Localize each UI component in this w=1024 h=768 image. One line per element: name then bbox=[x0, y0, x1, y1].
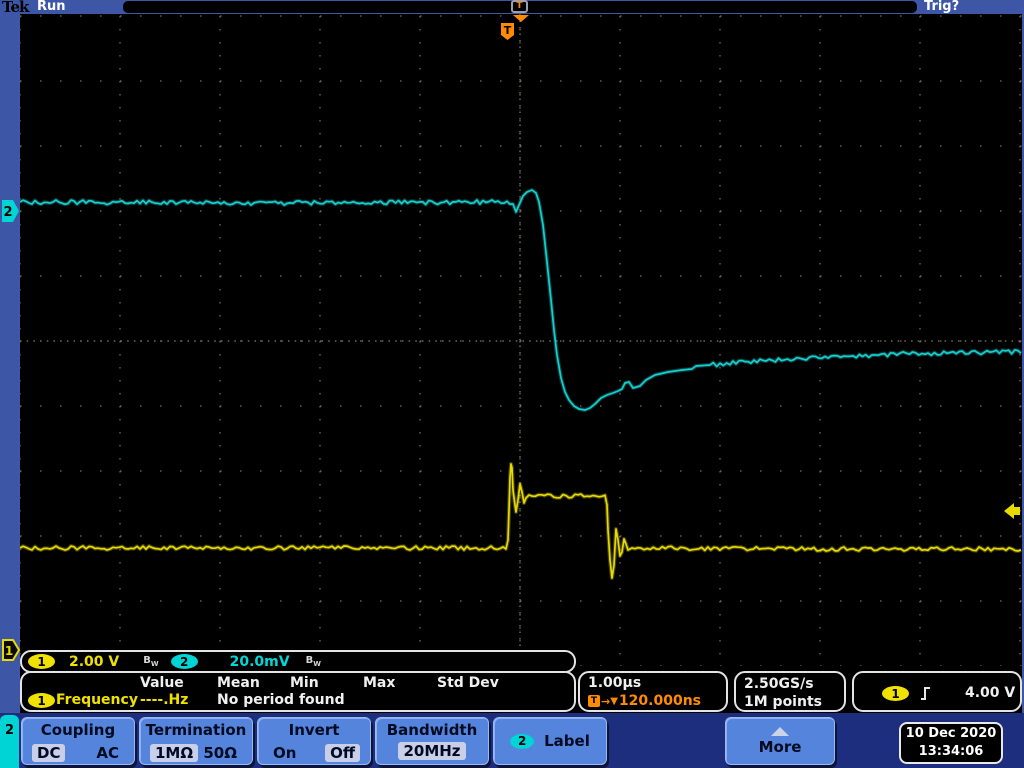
trigger-status: Trig? bbox=[924, 0, 960, 14]
timebase-readout: 1.00μs T → ▼ 120.000ns bbox=[578, 671, 728, 712]
meas-value: ----.Hz bbox=[140, 692, 189, 708]
meas-header-mean: Mean bbox=[217, 675, 260, 691]
trigger-position-marker-icon[interactable]: T bbox=[511, 0, 528, 13]
trigger-delay-badge-icon: T bbox=[588, 695, 600, 707]
meas-name: Frequency bbox=[56, 692, 138, 708]
termination-option-50[interactable]: 50Ω bbox=[198, 744, 242, 762]
acquisition-readout: 2.50GS/s 1M points bbox=[734, 671, 846, 712]
invert-option-on[interactable]: On bbox=[268, 744, 301, 762]
ch2-scale-value: 20.0mV bbox=[229, 653, 290, 670]
coupling-option-ac[interactable]: AC bbox=[91, 744, 124, 762]
label-button-title: Label bbox=[544, 732, 590, 750]
pointer-down-icon: ▼ bbox=[610, 695, 618, 707]
meas-header-stddev: Std Dev bbox=[437, 675, 499, 691]
bandwidth-title: Bandwidth bbox=[386, 721, 478, 739]
bandwidth-button[interactable]: Bandwidth 20MHz bbox=[375, 717, 489, 765]
label-channel-badge: 2 bbox=[510, 733, 535, 749]
waveform-display bbox=[20, 14, 1022, 713]
termination-option-1m[interactable]: 1MΩ bbox=[150, 744, 199, 762]
more-arrow-up-icon bbox=[771, 726, 789, 736]
channel-menu-tab[interactable]: 2 bbox=[0, 715, 19, 768]
tek-logo: Tek bbox=[2, 0, 29, 16]
coupling-title: Coupling bbox=[40, 721, 116, 739]
arrow-right-icon: → bbox=[601, 694, 611, 708]
ch1-position-marker[interactable]: 1 bbox=[2, 639, 21, 661]
trigger-delay-value: 120.000ns bbox=[618, 693, 701, 709]
record-length: 1M points bbox=[744, 694, 822, 710]
trigger-slope-icon bbox=[921, 687, 930, 700]
measurement-readout: Value Mean Min Max Std Dev 1 Frequency -… bbox=[20, 671, 576, 712]
ch2-marker-label: 2 bbox=[3, 205, 12, 220]
oscilloscope-screen: 2 1 T Tek Run Trig? T 1 2.00 V BW 2 20.0… bbox=[0, 0, 1024, 768]
trigger-readout: 1 4.00 V bbox=[852, 671, 1022, 712]
termination-title: Termination bbox=[145, 721, 247, 739]
timebase-scale: 1.00μs bbox=[588, 675, 642, 691]
time-value: 13:34:06 bbox=[918, 744, 984, 759]
trigger-source-badge: 1 bbox=[882, 686, 909, 701]
more-button-title: More bbox=[758, 737, 802, 756]
invert-title: Invert bbox=[288, 721, 340, 739]
top-status-bar: Tek Run Trig? T bbox=[0, 0, 1024, 16]
bottom-menu-bar: 2 Coupling DC AC Termination 1MΩ 50Ω Inv… bbox=[0, 713, 1024, 768]
bandwidth-option-20mhz[interactable]: 20MHz bbox=[398, 742, 466, 760]
more-button[interactable]: More bbox=[725, 717, 835, 765]
datetime-display: 10 Dec 2020 13:34:06 bbox=[899, 722, 1003, 764]
ch1-marker-label: 1 bbox=[5, 644, 13, 658]
acquisition-status: Run bbox=[37, 0, 66, 14]
meas-note: No period found bbox=[217, 692, 345, 708]
termination-button[interactable]: Termination 1MΩ 50Ω bbox=[139, 717, 253, 765]
meas-source-badge: 1 bbox=[28, 693, 55, 708]
ch1-bandwidth-limit-icon: BW bbox=[143, 655, 159, 668]
ch2-badge: 2 bbox=[170, 654, 198, 669]
invert-button[interactable]: Invert On Off bbox=[257, 717, 371, 765]
date-value: 10 Dec 2020 bbox=[905, 726, 997, 741]
ch1-scale-value: 2.00 V bbox=[69, 653, 120, 670]
invert-option-off[interactable]: Off bbox=[325, 744, 360, 762]
coupling-button[interactable]: Coupling DC AC bbox=[21, 717, 135, 765]
label-button[interactable]: 2 Label bbox=[493, 717, 607, 765]
sample-rate: 2.50GS/s bbox=[744, 676, 814, 692]
coupling-option-dc[interactable]: DC bbox=[32, 744, 66, 762]
ch2-position-marker[interactable]: 2 bbox=[2, 200, 19, 222]
trigger-level-value: 4.00 V bbox=[965, 685, 1016, 701]
meas-header-value: Value bbox=[140, 675, 184, 691]
channel-scale-readout: 1 2.00 V BW 2 20.0mV BW bbox=[20, 650, 576, 673]
ch2-bandwidth-limit-icon: BW bbox=[305, 655, 321, 668]
meas-header-max: Max bbox=[363, 675, 396, 691]
ch1-badge: 1 bbox=[28, 654, 55, 669]
meas-header-min: Min bbox=[290, 675, 319, 691]
trigger-delay-line: T → ▼ 120.000ns bbox=[588, 693, 726, 709]
